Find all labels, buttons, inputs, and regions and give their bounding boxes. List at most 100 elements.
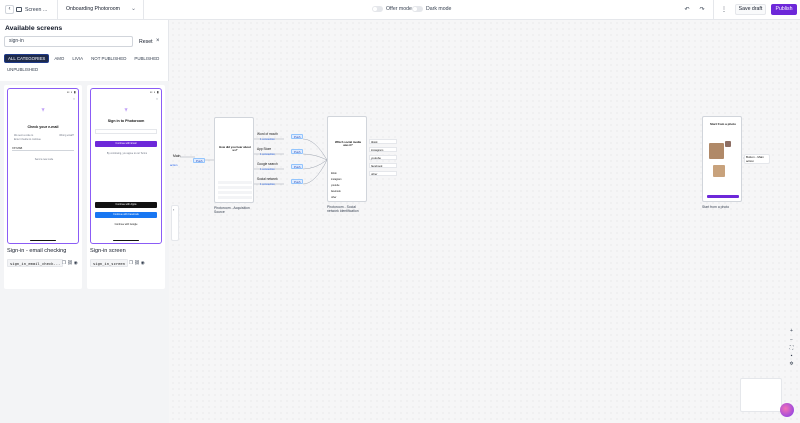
redo-icon[interactable]: ↷ (697, 5, 707, 15)
status-bar: ▪▪ ◗ ▮ (149, 90, 159, 94)
node-option-bar (218, 186, 252, 189)
push-pill[interactable]: Push (291, 149, 304, 154)
screen-selector[interactable]: Screen ... (16, 4, 54, 15)
preview-resend: Send a new code (34, 158, 54, 161)
preview-photo (709, 143, 724, 159)
preview-photo (725, 141, 731, 147)
eye-icon[interactable]: ◉ (141, 260, 145, 266)
push-pill[interactable]: Push (291, 134, 304, 139)
node-option: other (331, 196, 337, 199)
card-name: Sign-in screen (90, 248, 126, 254)
canvas-tool-rail[interactable]: ‹ (171, 205, 179, 241)
answer-option[interactable]: instagram (369, 147, 397, 152)
assistant-button[interactable] (780, 403, 794, 417)
screen-preview[interactable]: ▪▪ ◗ ▮ × ♆ Sign in to Photoroom Continue… (90, 88, 162, 244)
link-icon[interactable]: ⛓ (134, 260, 140, 266)
node-question: How did you hear about us? (219, 145, 251, 153)
node-acquisition-source[interactable]: How did you hear about us? (214, 117, 254, 203)
lock-icon[interactable]: ▪ (787, 353, 796, 360)
node-start-from-photo[interactable]: Start from a photo (702, 116, 742, 202)
reset-button[interactable]: Reset (139, 39, 153, 45)
screen-card[interactable]: ▪▪ ◗ ▮ × ♆ Check your e-mail We sent a c… (4, 85, 82, 289)
close-icon[interactable]: × (156, 38, 160, 44)
flow-canvas[interactable]: Main action Push How did you hear about … (170, 20, 800, 423)
copy-icon[interactable]: ❐ (129, 260, 133, 266)
offer-mode-toggle[interactable]: Offer mode (372, 6, 412, 12)
close-icon: × (72, 97, 75, 101)
card-id: sign_in_email_check... (7, 259, 64, 267)
collapse-icon[interactable]: ‹ (173, 207, 174, 212)
more-options-icon[interactable]: ⋮ (719, 5, 729, 15)
preview-text: Enter it below to continue (14, 138, 41, 141)
screen-card[interactable]: ▪▪ ◗ ▮ × ♆ Sign in to Photoroom Continue… (87, 85, 165, 289)
chip-all-categories[interactable]: ALL CATEGORIES (4, 54, 50, 63)
chip-unpublished[interactable]: UNPUBLISHED (4, 65, 41, 74)
chip-published[interactable]: PUBLISHED (131, 54, 162, 63)
offer-mode-switch[interactable] (372, 6, 383, 12)
screen-selector-label: Screen ... (25, 6, 48, 13)
chip-livia[interactable]: LIVIA (69, 54, 86, 63)
preview-email-button: Continue with Email (95, 141, 157, 147)
card-name: Sign-in - email checking (7, 248, 67, 254)
copy-icon[interactable]: ❐ (62, 260, 66, 266)
node-option: tiktok (331, 172, 337, 175)
screen-preview[interactable]: ▪▪ ◗ ▮ × ♆ Check your e-mail We sent a c… (7, 88, 79, 244)
top-bar: ‹ Screen ... Onboarding Photoroom ⌄ Offe… (0, 0, 800, 20)
push-pill[interactable]: Push (291, 164, 304, 169)
divider (713, 0, 714, 20)
answer-option[interactable]: other (369, 171, 397, 176)
preview-text: Wrong email? (59, 134, 74, 137)
category-filters: ALL CATEGORIES AMO LIVIA NOT PUBLISHED P… (4, 54, 166, 74)
screen-icon (16, 7, 22, 12)
minimap[interactable] (740, 378, 782, 412)
logo-icon: ♆ (123, 107, 129, 114)
preview-google-button: Continue with Google (95, 222, 157, 228)
link-icon[interactable]: ⛓ (67, 260, 73, 266)
chevron-left-icon[interactable]: ‹ (5, 5, 14, 14)
undo-icon[interactable]: ↶ (682, 5, 692, 15)
preview-code-field: XXYZAB (12, 146, 74, 151)
settings-icon[interactable]: ✲ (787, 361, 796, 368)
preview-cta (707, 195, 739, 198)
panel-title: Available screens (5, 25, 63, 32)
zoom-in-icon[interactable]: + (787, 328, 796, 335)
dark-mode-switch[interactable] (412, 6, 423, 12)
answer-option[interactable]: facebook (369, 163, 397, 168)
preview-photo (713, 165, 725, 177)
status-bar: ▪▪ ◗ ▮ (66, 90, 76, 94)
zoom-out-icon[interactable]: − (787, 337, 796, 344)
eye-icon[interactable]: ◉ (74, 260, 78, 266)
option-title: Word of mouth (257, 132, 278, 136)
chevron-down-icon[interactable]: ⌄ (131, 5, 136, 12)
node-title: Start from a photo (710, 122, 736, 126)
close-icon: × (155, 97, 158, 101)
node-side-label: Button - Main action (746, 155, 764, 163)
connection-count: 1 connection (260, 138, 275, 141)
node-caption: Photoroom - Social network identificatio… (327, 205, 359, 213)
answer-option[interactable]: youtube (369, 155, 397, 160)
main-action-button-node[interactable]: Button - Main action (744, 154, 770, 164)
node-caption: Start from a photo (702, 205, 730, 209)
home-indicator (30, 240, 56, 241)
save-draft-button[interactable]: Save draft (735, 4, 766, 15)
preview-email-field (95, 129, 157, 134)
flow-connections (180, 138, 758, 185)
node-social-network[interactable]: Which social media was it? tiktok instag… (327, 116, 367, 202)
offer-mode-label: Offer mode (386, 6, 412, 12)
search-input[interactable]: sign-in (4, 36, 133, 47)
connection-count: 1 connection (260, 168, 275, 171)
preview-title: Check your e-mail (27, 125, 59, 129)
dark-mode-toggle[interactable]: Dark mode (412, 6, 451, 12)
chip-amo[interactable]: AMO (51, 54, 67, 63)
project-name[interactable]: Onboarding Photoroom (66, 6, 120, 12)
chip-not-published[interactable]: NOT PUBLISHED (88, 54, 129, 63)
push-pill[interactable]: Push (291, 179, 304, 184)
publish-button[interactable]: Publish (771, 4, 797, 15)
connection-count: 1 connection (260, 153, 275, 156)
answer-option[interactable]: tiktok (369, 139, 397, 144)
home-indicator (113, 240, 139, 241)
fit-view-icon[interactable]: ⛶ (787, 345, 796, 352)
push-pill[interactable]: Push (193, 158, 206, 163)
card-actions: ❐ ⛓ ◉ (62, 260, 78, 266)
node-option: instagram (331, 178, 342, 181)
